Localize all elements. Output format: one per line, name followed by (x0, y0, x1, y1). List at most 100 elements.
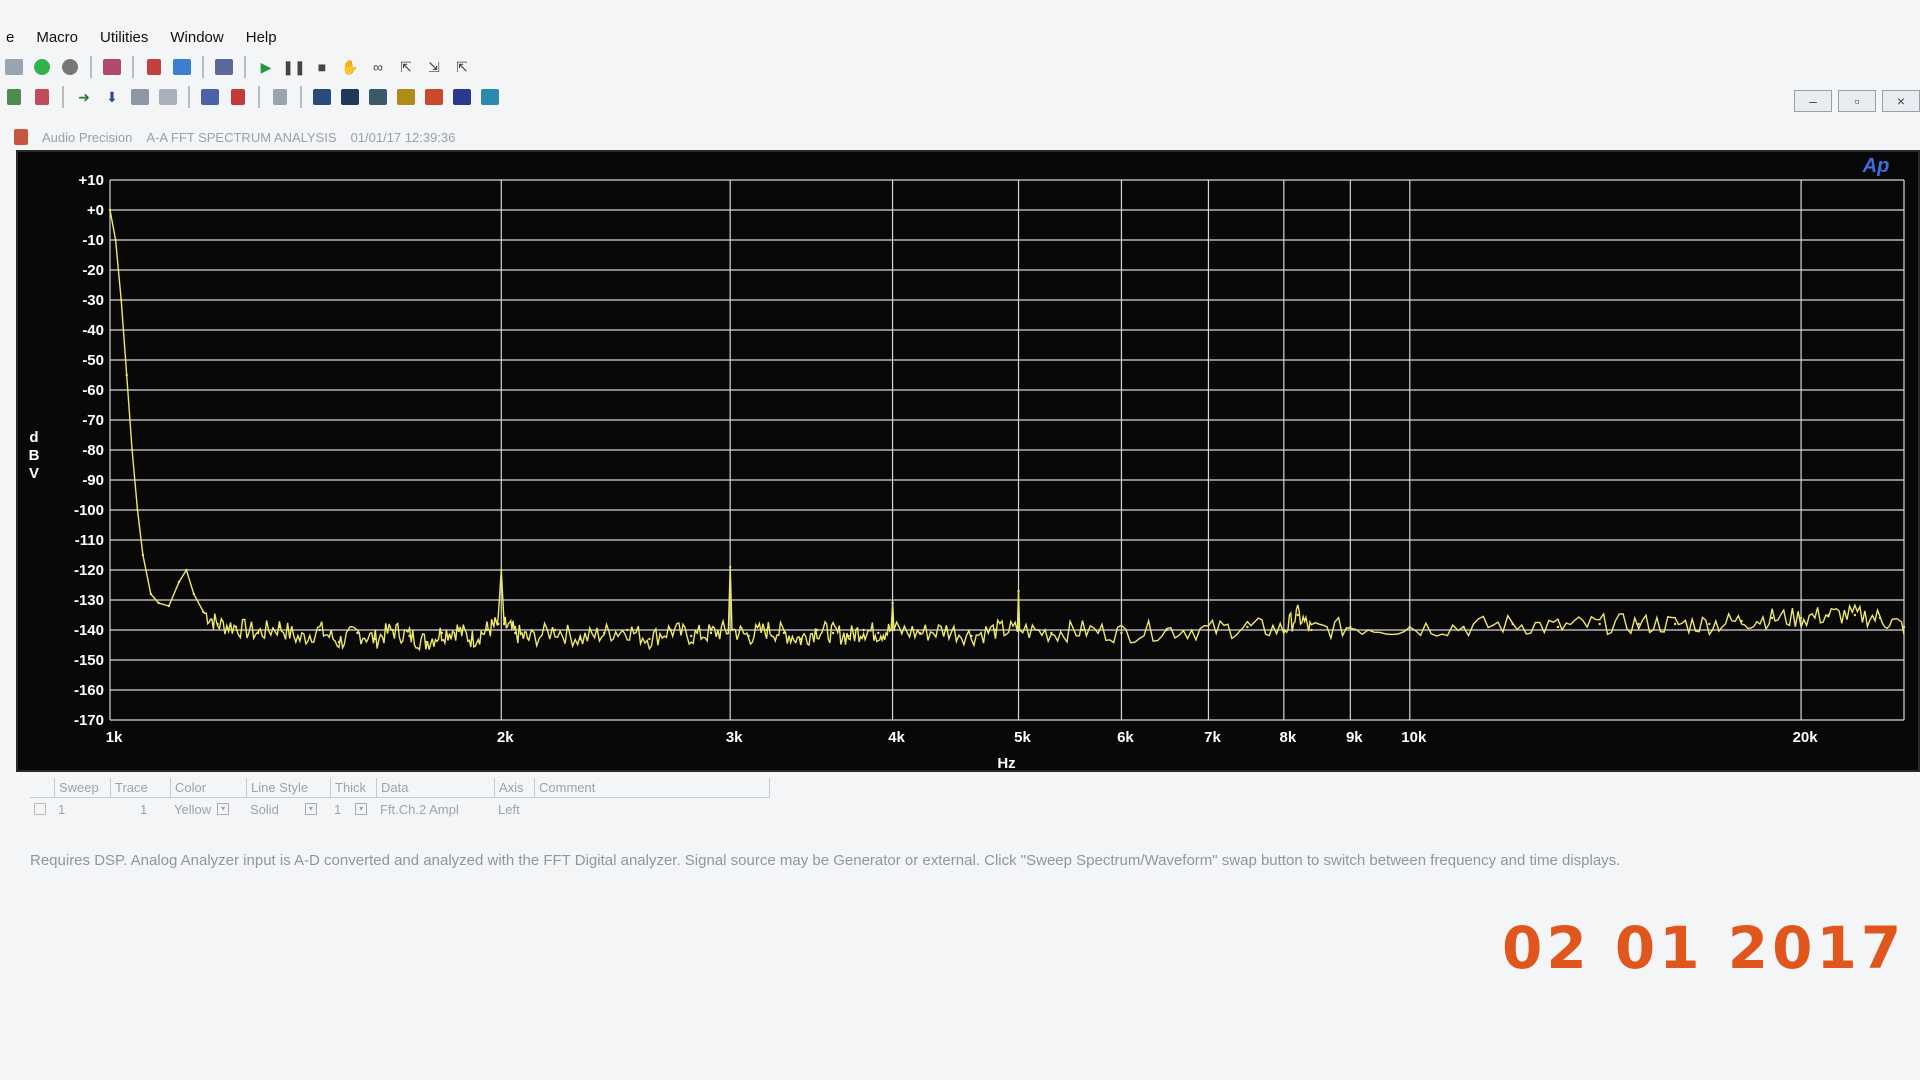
trace-point (256, 631, 260, 635)
graph-in-icon[interactable]: ⇲ (422, 55, 446, 79)
toolbar-separator (188, 86, 190, 108)
y-tick-label: -120 (74, 562, 104, 579)
x-tick-label: 5k (1014, 729, 1031, 746)
menu-file[interactable]: e (6, 29, 14, 46)
trace-point (1296, 613, 1300, 617)
graph-window-title: Audio Precision A-A FFT SPECTRUM ANALYSI… (14, 124, 1920, 150)
trace-point (114, 238, 117, 242)
hand-icon[interactable]: ✋ (338, 55, 362, 79)
legend-comment-value[interactable] (534, 799, 770, 819)
arrow-right-icon[interactable]: ➜ (72, 85, 96, 109)
ap-logo: Ap (1862, 155, 1890, 177)
graph-out-icon[interactable]: ⇱ (450, 55, 474, 79)
sweep-icon[interactable] (100, 55, 124, 79)
y-tick-label: -30 (82, 292, 104, 309)
table-icon[interactable] (156, 85, 180, 109)
fft-graph-panel[interactable]: +10 +0 -10 -20 -30 -40 -50 -60 -70 -80 -90 -100 -110… (16, 150, 1920, 772)
run-green-icon[interactable] (30, 55, 54, 79)
window-controls: – ▫ × (1794, 90, 1920, 112)
copy-icon[interactable] (142, 55, 166, 79)
stop-circle-icon[interactable] (58, 55, 82, 79)
legend-color-value[interactable]: Yellow ▾ (170, 799, 246, 819)
graph1-icon[interactable] (310, 85, 334, 109)
menu-utilities[interactable]: Utilities (100, 29, 148, 46)
graph7-icon[interactable] (478, 85, 502, 109)
chevron-down-icon[interactable]: ▾ (217, 803, 230, 815)
trace-point (1018, 628, 1021, 632)
arrow-down-icon[interactable]: ⬇ (100, 85, 124, 109)
legend-axis-value[interactable]: Left (494, 799, 534, 819)
legend-data-row[interactable]: 1 1 Yellow ▾ Solid ▾ 1 ▾ Fft.Ch.2 Ampl Left (30, 799, 770, 819)
trace-point (500, 568, 503, 572)
grid-icon[interactable] (128, 85, 152, 109)
legend-data-value[interactable]: Fft.Ch.2 Ampl (376, 799, 494, 819)
legend-linestyle-value[interactable]: Solid ▾ (246, 799, 330, 819)
legend-header-row: Sweep Trace Color Line Style Thick Data … (30, 777, 770, 798)
trace-point (136, 508, 139, 512)
zoom-icon[interactable]: ∞ (366, 55, 390, 79)
graph2-icon[interactable] (338, 85, 362, 109)
trace-point (1462, 625, 1465, 629)
trace-point (130, 448, 134, 452)
open-icon[interactable] (2, 55, 26, 79)
trace-point (391, 628, 394, 632)
trace-point (185, 568, 188, 572)
trace-point (799, 637, 802, 641)
trace-point (889, 628, 893, 632)
tool-a-icon[interactable] (2, 85, 26, 109)
trace-point (1598, 622, 1601, 626)
trace-point (747, 634, 750, 638)
trace-point (1740, 619, 1743, 623)
x-tick-label: 10k (1401, 729, 1427, 746)
panel-icon[interactable] (212, 55, 236, 79)
cursor-icon[interactable]: ⇱ (394, 55, 418, 79)
graph5-icon[interactable] (422, 85, 446, 109)
chevron-down-icon[interactable]: ▾ (355, 803, 368, 815)
y-tick-label: -110 (75, 532, 104, 549)
trace-point (765, 628, 768, 632)
tool-b-icon[interactable] (30, 85, 54, 109)
trace-point (862, 628, 865, 632)
fft-trace-line (109, 209, 1905, 652)
app-name: Audio Precision (42, 129, 133, 145)
paste-icon[interactable] (170, 55, 194, 79)
graph4-icon[interactable] (394, 85, 418, 109)
y-tick-label: -100 (74, 502, 104, 519)
trace-point (471, 637, 474, 641)
trace-point (1673, 622, 1677, 626)
trace-point (970, 634, 973, 638)
trace-point (1050, 631, 1053, 635)
minimize-button[interactable]: – (1794, 90, 1832, 112)
x-tick-label: 2k (497, 729, 514, 746)
play-icon[interactable]: ▶ (254, 55, 278, 79)
pause-icon[interactable]: ❚❚ (282, 55, 306, 79)
filter-icon[interactable] (226, 85, 250, 109)
y-tick-label: -140 (74, 622, 104, 639)
meter-icon[interactable] (198, 85, 222, 109)
test-description: Requires DSP. Analog Analyzer input is A… (30, 852, 1621, 869)
x-tick-label: 9k (1346, 729, 1363, 746)
trace-point (1165, 628, 1168, 632)
trace-point (167, 604, 171, 608)
legend-row-checkbox[interactable] (30, 799, 54, 819)
menu-macro[interactable]: Macro (36, 29, 78, 46)
close-button[interactable]: × (1882, 90, 1920, 112)
maximize-button[interactable]: ▫ (1838, 90, 1876, 112)
menu-help[interactable]: Help (246, 29, 277, 46)
stop-icon[interactable]: ■ (310, 55, 334, 79)
chevron-down-icon[interactable]: ▾ (304, 803, 317, 815)
toolbar-separator (202, 56, 204, 78)
trace-point (1408, 625, 1412, 629)
graph-timestamp: 01/01/17 12:39:36 (350, 129, 456, 145)
trace-point (216, 622, 219, 626)
graph3-icon[interactable] (366, 85, 390, 109)
trace-point (192, 592, 195, 596)
toolbar-separator (258, 86, 260, 108)
menu-window[interactable]: Window (170, 29, 223, 46)
legend-thick-text: 1 (334, 801, 342, 817)
legend-thick-value[interactable]: 1 ▾ (330, 799, 376, 819)
trace-point (1770, 616, 1774, 620)
trace-point (1511, 622, 1514, 626)
page-icon[interactable] (268, 85, 292, 109)
graph6-icon[interactable] (450, 85, 474, 109)
